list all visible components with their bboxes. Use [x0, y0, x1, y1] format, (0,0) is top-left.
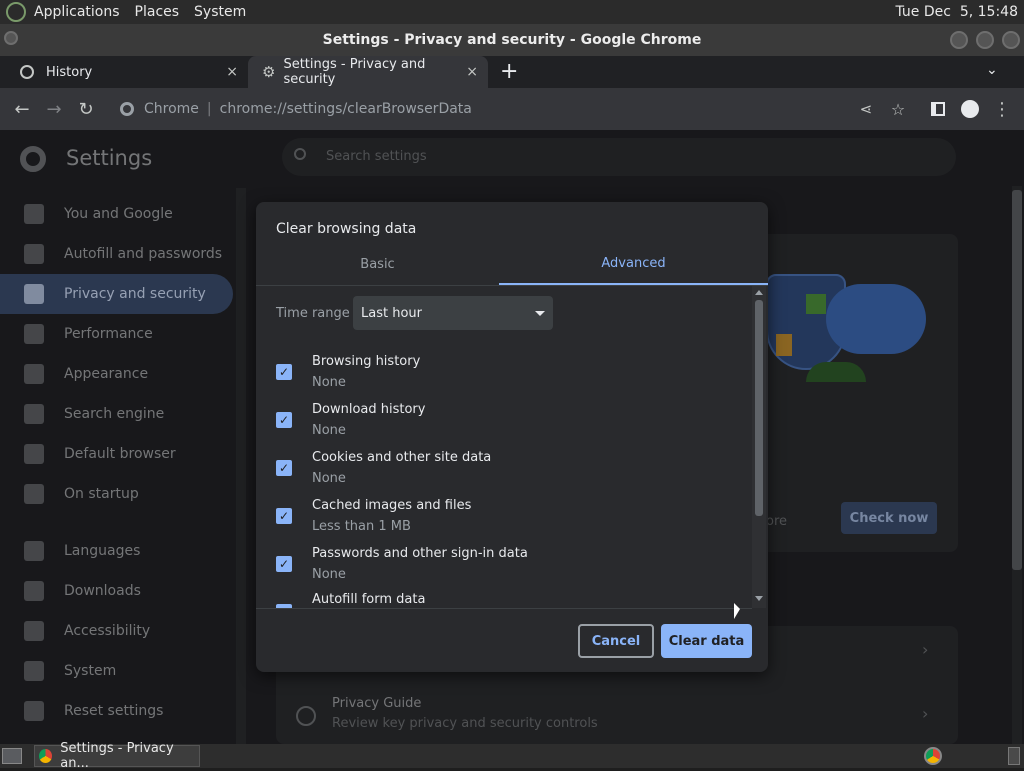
clear-data-button[interactable]: Clear data — [661, 624, 752, 658]
profile-avatar-icon[interactable] — [956, 95, 984, 123]
item-title: Passwords and other sign-in data — [312, 546, 528, 561]
clear-browsing-data-dialog: Clear browsing data Basic Advanced Time … — [256, 202, 768, 672]
bottom-taskbar: Settings - Privacy an... — [0, 741, 1024, 771]
dialog-footer-divider — [256, 608, 752, 609]
checkbox-checked-icon[interactable]: ✓ — [276, 556, 292, 572]
close-tab-icon[interactable]: × — [466, 64, 478, 80]
side-panel-icon[interactable] — [924, 95, 952, 123]
checkbox-list: ✓ Browsing history None ✓ Download history N… — [256, 346, 752, 608]
maximize-icon[interactable] — [976, 31, 994, 49]
tab-advanced[interactable]: Advanced — [499, 245, 768, 285]
item-title: Autofill form data — [312, 592, 426, 607]
taskbar-window-button[interactable]: Settings - Privacy an... — [34, 741, 200, 771]
dialog-title: Clear browsing data — [276, 221, 417, 237]
list-item[interactable]: ✓ Cookies and other site data None — [276, 444, 491, 492]
clock[interactable]: Tue Dec 5, 15:48 — [895, 4, 1018, 20]
time-range-label: Time range — [276, 306, 350, 321]
omnibox-url-path: clearBrowserData — [347, 101, 472, 117]
forward-icon[interactable]: → — [40, 95, 68, 123]
new-tab-icon[interactable]: + — [500, 59, 518, 84]
item-title: Download history — [312, 402, 426, 417]
minimize-icon[interactable] — [950, 31, 968, 49]
dialog-tabs: Basic Advanced — [256, 244, 768, 286]
omnibox-separator: | — [206, 101, 212, 117]
tab-label: History — [46, 64, 93, 80]
checkbox-checked-icon[interactable]: ✓ — [276, 412, 292, 428]
checkbox-checked-icon[interactable]: ✓ — [276, 364, 292, 380]
window-titlebar: Settings - Privacy and security - Google… — [0, 24, 1024, 56]
item-subtitle: None — [312, 567, 346, 582]
chrome-icon — [120, 102, 134, 116]
tab-search-chevron-down-icon[interactable]: ⌄ — [986, 62, 998, 78]
dialog-scrollbar[interactable] — [752, 286, 766, 608]
system-menu[interactable]: System — [194, 4, 246, 20]
gnome-logo-icon[interactable] — [6, 2, 26, 22]
tab-label: Settings - Privacy and security — [283, 57, 426, 87]
list-item[interactable]: ✓ Browsing history None — [276, 348, 420, 396]
checkbox-checked-icon[interactable]: ✓ — [276, 508, 292, 524]
checkbox-checked-icon[interactable]: ✓ — [276, 460, 292, 476]
reload-icon[interactable]: ↻ — [72, 95, 100, 123]
item-subtitle: Less than 1 MB — [312, 519, 411, 534]
scroll-down-arrow-icon[interactable] — [755, 596, 763, 601]
item-subtitle: None — [312, 375, 346, 390]
item-title: Cookies and other site data — [312, 450, 492, 465]
time-range-select[interactable]: Last hour — [353, 296, 553, 330]
chrome-icon — [39, 749, 53, 763]
tab-settings[interactable]: ⚙ Settings - Privacy and security × — [248, 56, 488, 88]
share-icon[interactable]: ⋖ — [852, 95, 880, 123]
item-title: Browsing history — [312, 354, 421, 369]
tab-history[interactable]: History × — [0, 56, 248, 88]
applications-menu[interactable]: Applications — [34, 4, 120, 20]
item-subtitle: None — [312, 423, 346, 438]
window-menu-icon[interactable] — [4, 31, 18, 45]
list-item[interactable]: ✓ Passwords and other sign-in data None — [276, 540, 528, 588]
time-range-value: Last hour — [361, 305, 422, 321]
scroll-up-arrow-icon[interactable] — [755, 290, 763, 295]
places-menu[interactable]: Places — [135, 4, 180, 20]
omnibox-site-chip: Chrome — [144, 101, 199, 117]
mouse-cursor-icon — [734, 603, 740, 619]
window-title: Settings - Privacy and security - Google… — [322, 32, 702, 48]
gear-icon: ⚙ — [262, 63, 276, 81]
cancel-button[interactable]: Cancel — [578, 624, 654, 658]
menu-kebab-icon[interactable]: ⋮ — [988, 95, 1016, 123]
item-title: Cached images and files — [312, 498, 472, 513]
tray-chrome-icon[interactable] — [924, 747, 942, 765]
scrollbar-thumb[interactable] — [755, 300, 763, 516]
workspace-switcher-icon[interactable] — [1008, 747, 1020, 765]
list-item[interactable]: ✓ Cached images and files Less than 1 MB — [276, 492, 471, 540]
tab-strip: History × ⚙ Settings - Privacy and secur… — [0, 56, 1024, 88]
browser-toolbar: ← → ↻ Chrome | chrome://settings/clearBr… — [0, 88, 1024, 130]
top-panel: Applications Places System Tue Dec 5, 15… — [0, 0, 1024, 24]
close-tab-icon[interactable]: × — [226, 64, 238, 80]
bookmark-star-icon[interactable]: ☆ — [884, 95, 912, 123]
show-desktop-icon[interactable] — [2, 748, 22, 764]
back-icon[interactable]: ← — [8, 95, 36, 123]
omnibox[interactable]: Chrome | chrome://settings/clearBrowserD… — [110, 94, 850, 124]
dropdown-arrow-icon — [535, 310, 545, 316]
taskbar-window-label: Settings - Privacy an... — [60, 741, 174, 771]
history-icon — [20, 65, 34, 79]
close-window-icon[interactable] — [1002, 31, 1020, 49]
omnibox-url-host: chrome://settings/ — [219, 101, 348, 117]
tab-basic[interactable]: Basic — [256, 245, 499, 285]
item-subtitle: None — [312, 471, 346, 486]
list-item[interactable]: ✓ Download history None — [276, 396, 425, 444]
list-item[interactable]: ✓Autofill form data — [276, 592, 676, 608]
